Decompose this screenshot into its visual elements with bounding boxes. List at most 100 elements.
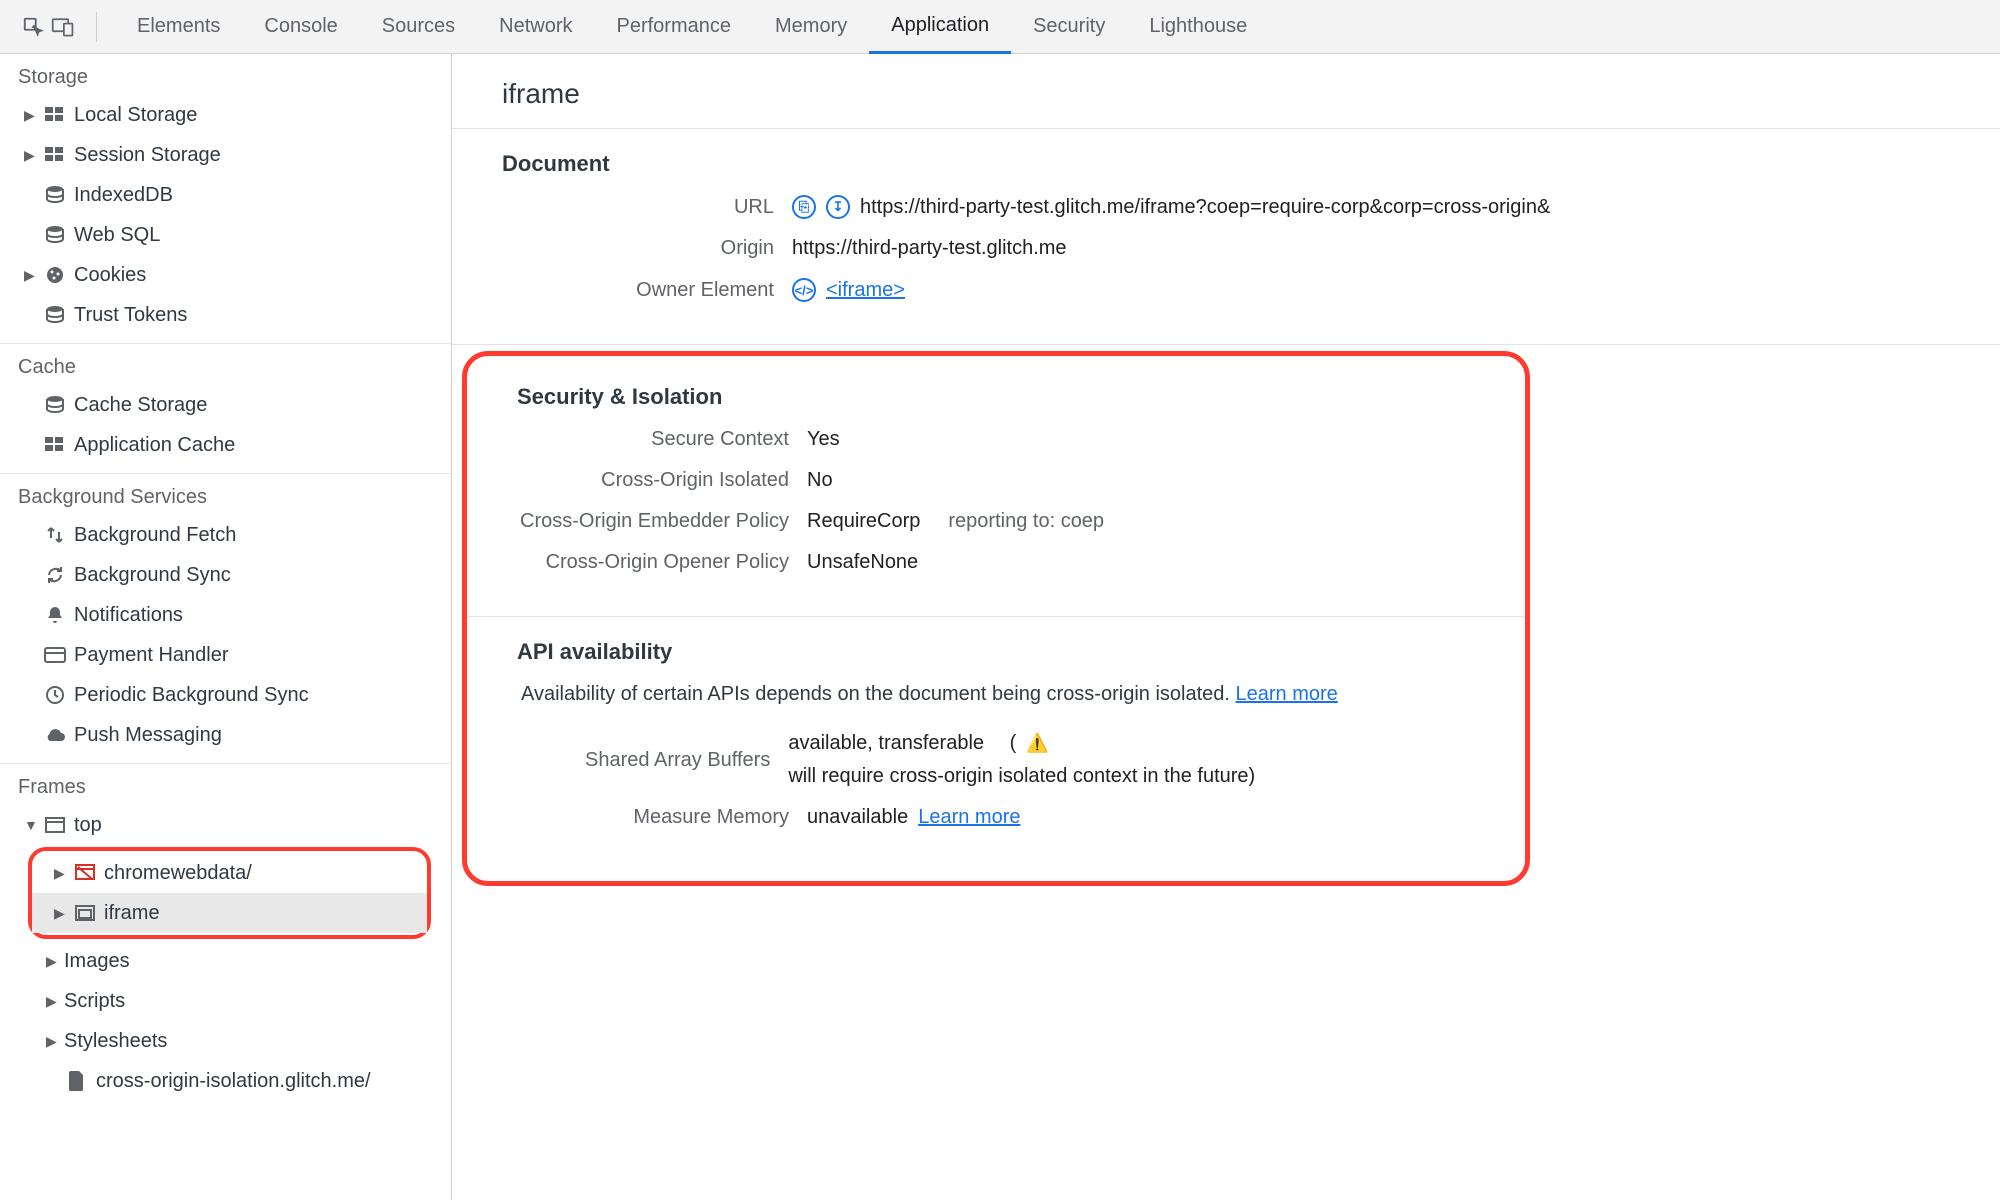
sidebar-item-label: Local Storage <box>74 104 197 127</box>
sidebar-item-background-fetch[interactable]: Background Fetch <box>0 515 451 555</box>
api-description: Availability of certain APIs depends on … <box>521 683 1230 705</box>
clock-icon <box>42 685 68 705</box>
row-coop: Cross-Origin Opener Policy UnsafeNone <box>517 551 1475 574</box>
sidebar-item-label: Stylesheets <box>64 1030 167 1053</box>
storage-grid-icon <box>42 437 68 453</box>
tab-network[interactable]: Network <box>477 0 594 54</box>
sab-warn-open: ( <box>1010 732 1017 755</box>
label-owner-element: Owner Element <box>502 279 792 302</box>
owner-element-link[interactable]: <iframe> <box>826 279 905 302</box>
sidebar-item-notifications[interactable]: Notifications <box>0 595 451 635</box>
label-secure-context: Secure Context <box>517 428 807 451</box>
inspect-element-icon[interactable] <box>18 12 48 42</box>
cookie-icon <box>42 265 68 285</box>
blocked-frame-icon <box>72 864 98 882</box>
document-heading: Document <box>502 151 1950 177</box>
row-shared-array-buffers: Shared Array Buffers available, transfer… <box>517 732 1475 788</box>
tab-performance[interactable]: Performance <box>595 0 754 54</box>
sidebar-item-periodic-bg-sync[interactable]: Periodic Background Sync <box>0 675 451 715</box>
label-sab: Shared Array Buffers <box>517 749 788 772</box>
tab-lighthouse[interactable]: Lighthouse <box>1127 0 1269 54</box>
sidebar-item-label: Cookies <box>74 264 146 287</box>
application-sidebar: Storage ▶ Local Storage ▶ Session Storag… <box>0 54 452 1200</box>
sidebar-highlight-frames: ▶ chromewebdata/ ▶ iframe <box>28 847 431 939</box>
value-cross-origin-isolated: No <box>807 469 833 492</box>
sidebar-item-label: Payment Handler <box>74 644 229 667</box>
tab-sources[interactable]: Sources <box>360 0 477 54</box>
security-isolation-section: Security & Isolation Secure Context Yes … <box>467 362 1525 617</box>
chevron-right-icon: ▶ <box>24 267 38 284</box>
sidebar-item-label: Application Cache <box>74 434 235 457</box>
sidebar-item-label: Cache Storage <box>74 394 207 417</box>
sidebar-item-label: top <box>74 814 102 837</box>
sidebar-item-iframe[interactable]: ▶ iframe <box>32 893 427 933</box>
sidebar-item-push-messaging[interactable]: Push Messaging <box>0 715 451 755</box>
sidebar-item-session-storage[interactable]: ▶ Session Storage <box>0 135 451 175</box>
sidebar-item-label: cross-origin-isolation.glitch.me/ <box>96 1070 371 1093</box>
document-section: Document URL ⎘ ↧ https://third-party-tes… <box>452 129 2000 345</box>
database-icon <box>42 225 68 245</box>
tab-elements[interactable]: Elements <box>115 0 242 54</box>
sidebar-item-stylesheets[interactable]: ▶ Stylesheets <box>0 1021 451 1061</box>
copy-url-icon[interactable]: ⎘ <box>792 195 816 219</box>
tab-console[interactable]: Console <box>242 0 359 54</box>
chevron-right-icon: ▶ <box>46 1033 60 1050</box>
database-icon <box>42 305 68 325</box>
value-sab: available, transferable <box>788 732 984 755</box>
sidebar-item-label: Background Fetch <box>74 524 236 547</box>
measure-memory-learn-more-link[interactable]: Learn more <box>918 806 1020 829</box>
api-availability-section: API availability Availability of certain… <box>467 617 1525 871</box>
sidebar-item-cache-storage[interactable]: Cache Storage <box>0 385 451 425</box>
database-icon <box>42 395 68 415</box>
row-coep: Cross-Origin Embedder Policy RequireCorp… <box>517 510 1475 533</box>
devtools-tabbar: Elements Console Sources Network Perform… <box>0 0 2000 54</box>
sidebar-item-cross-origin-isolation-doc[interactable]: cross-origin-isolation.glitch.me/ <box>0 1061 451 1101</box>
tab-security[interactable]: Security <box>1011 0 1127 54</box>
label-measure-memory: Measure Memory <box>517 806 807 829</box>
sidebar-item-label: chromewebdata/ <box>104 862 252 885</box>
sidebar-item-label: Notifications <box>74 604 183 627</box>
sidebar-item-label: Push Messaging <box>74 724 222 747</box>
section-heading-storage: Storage <box>0 54 451 95</box>
sidebar-item-label: Periodic Background Sync <box>74 684 309 707</box>
sidebar-item-trust-tokens[interactable]: Trust Tokens <box>0 295 451 335</box>
sidebar-item-local-storage[interactable]: ▶ Local Storage <box>0 95 451 135</box>
reveal-element-icon[interactable]: </> <box>792 278 816 302</box>
chevron-right-icon: ▶ <box>24 107 38 124</box>
value-secure-context: Yes <box>807 428 840 451</box>
sidebar-item-frame-top[interactable]: ▼ top <box>0 805 451 845</box>
row-origin: Origin https://third-party-test.glitch.m… <box>502 237 1950 260</box>
url-value: https://third-party-test.glitch.me/ifram… <box>860 196 1550 219</box>
sidebar-item-indexeddb[interactable]: IndexedDB <box>0 175 451 215</box>
document-icon <box>64 1071 90 1091</box>
bell-icon <box>42 605 68 625</box>
origin-value: https://third-party-test.glitch.me <box>792 237 1067 260</box>
sidebar-item-websql[interactable]: Web SQL <box>0 215 451 255</box>
sidebar-item-scripts[interactable]: ▶ Scripts <box>0 981 451 1021</box>
tab-memory[interactable]: Memory <box>753 0 869 54</box>
sab-warning-text: will require cross-origin isolated conte… <box>788 765 1255 788</box>
row-secure-context: Secure Context Yes <box>517 428 1475 451</box>
device-toolbar-icon[interactable] <box>48 12 78 42</box>
frame-detail-title: iframe <box>452 54 2000 129</box>
sidebar-item-label: Web SQL <box>74 224 160 247</box>
value-measure-memory: unavailable <box>807 806 908 829</box>
sidebar-item-images[interactable]: ▶ Images <box>0 941 451 981</box>
api-learn-more-link[interactable]: Learn more <box>1236 683 1338 705</box>
reveal-network-icon[interactable]: ↧ <box>826 195 850 219</box>
value-coep: RequireCorp <box>807 510 920 533</box>
sidebar-item-label: Images <box>64 950 130 973</box>
sidebar-item-chromewebdata[interactable]: ▶ chromewebdata/ <box>32 853 427 893</box>
tab-application[interactable]: Application <box>869 0 1011 54</box>
label-url: URL <box>502 196 792 219</box>
value-coop: UnsafeNone <box>807 551 918 574</box>
sidebar-item-application-cache[interactable]: Application Cache <box>0 425 451 465</box>
sidebar-item-background-sync[interactable]: Background Sync <box>0 555 451 595</box>
security-heading: Security & Isolation <box>517 384 1475 410</box>
label-cross-origin-isolated: Cross-Origin Isolated <box>517 469 807 492</box>
sync-icon <box>42 565 68 585</box>
tabbar-separator <box>96 12 97 42</box>
section-heading-frames: Frames <box>0 764 451 805</box>
sidebar-item-payment-handler[interactable]: Payment Handler <box>0 635 451 675</box>
sidebar-item-cookies[interactable]: ▶ Cookies <box>0 255 451 295</box>
